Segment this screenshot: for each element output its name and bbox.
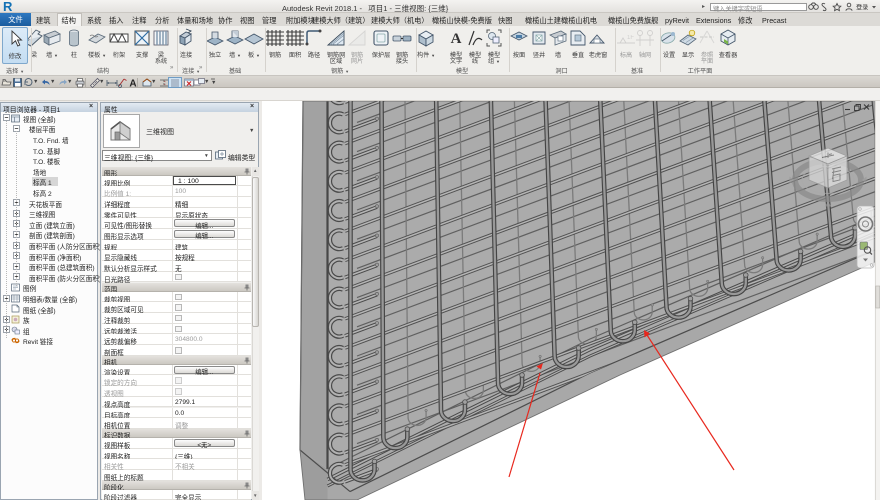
svg-text:A: A bbox=[129, 79, 136, 89]
svg-text:A: A bbox=[451, 31, 462, 47]
svg-text:登录: 登录 bbox=[856, 4, 868, 12]
